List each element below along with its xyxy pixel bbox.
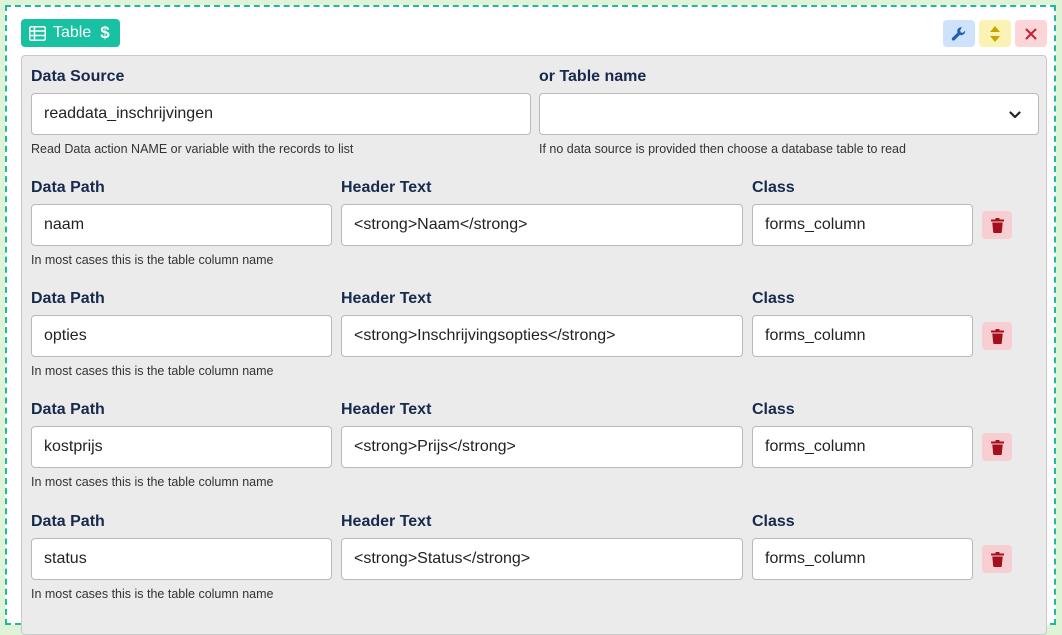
trash-icon [990,551,1004,567]
table-name-label: or Table name [539,68,647,85]
data-path-input[interactable]: status [31,538,332,580]
data-path-input[interactable]: opties [31,315,332,357]
header-text-input[interactable]: <strong>Prijs</strong> [341,426,743,468]
component-type-badge[interactable]: Table $ [21,19,120,47]
class-label: Class [752,513,795,530]
trash-icon [990,439,1004,455]
delete-column-button[interactable] [982,433,1012,461]
table-settings-panel: Data Source readdata_inschrijvingen Read… [21,55,1047,635]
header-text-value: <strong>Prijs</strong> [354,438,516,455]
header-text-label: Header Text [341,290,432,307]
class-label: Class [752,290,795,307]
data-path-label: Data Path [31,401,105,418]
class-value: forms_column [765,550,866,567]
class-input[interactable]: forms_column [752,538,973,580]
header-text-value: <strong>Inschrijvingsopties</strong> [354,327,616,344]
class-label: Class [752,401,795,418]
delete-column-button[interactable] [982,322,1012,350]
wrench-icon [951,26,966,41]
data-path-help: In most cases this is the table column n… [31,364,274,378]
header-text-input[interactable]: <strong>Status</strong> [341,538,743,580]
move-button[interactable] [979,20,1011,47]
data-path-value: kostprijs [44,438,103,455]
header-text-value: <strong>Naam</strong> [354,216,528,233]
data-path-input[interactable]: naam [31,204,332,246]
header-text-label: Header Text [341,179,432,196]
data-path-value: naam [44,216,85,233]
data-source-label: Data Source [31,68,125,85]
class-value: forms_column [765,438,866,455]
data-path-help: In most cases this is the table column n… [31,475,274,489]
data-path-label: Data Path [31,513,105,530]
data-source-help: Read Data action NAME or variable with t… [31,142,354,156]
data-path-value: status [44,550,87,567]
data-path-label: Data Path [31,290,105,307]
data-path-help: In most cases this is the table column n… [31,253,274,267]
settings-button[interactable] [943,20,975,47]
header-text-label: Header Text [341,401,432,418]
dollar-icon: $ [100,23,110,42]
class-input[interactable]: forms_column [752,204,973,246]
table-name-select[interactable] [539,93,1039,135]
header-text-input[interactable]: <strong>Naam</strong> [341,204,743,246]
delete-column-button[interactable] [982,211,1012,239]
class-value: forms_column [765,327,866,344]
class-label: Class [752,179,795,196]
header-text-value: <strong>Status</strong> [354,550,531,567]
data-source-value: readdata_inschrijvingen [44,105,213,122]
header-text-label: Header Text [341,513,432,530]
class-input[interactable]: forms_column [752,426,973,468]
move-updown-icon [990,25,1000,42]
data-path-label: Data Path [31,179,105,196]
data-path-help: In most cases this is the table column n… [31,587,274,601]
table-name-help: If no data source is provided then choos… [539,142,906,156]
data-path-input[interactable]: kostprijs [31,426,332,468]
class-input[interactable]: forms_column [752,315,973,357]
data-path-value: opties [44,327,87,344]
delete-component-button[interactable] [1015,20,1047,47]
header-text-input[interactable]: <strong>Inschrijvingsopties</strong> [341,315,743,357]
data-source-input[interactable]: readdata_inschrijvingen [31,93,531,135]
badge-label: Table [53,24,92,41]
table-icon [29,25,46,41]
chevron-down-icon [1009,111,1021,119]
trash-icon [990,328,1004,344]
close-icon [1025,28,1037,39]
delete-column-button[interactable] [982,545,1012,573]
trash-icon [990,217,1004,233]
component-block: Table $ Data Source readdata_inschrijvin… [5,5,1056,635]
class-value: forms_column [765,216,866,233]
